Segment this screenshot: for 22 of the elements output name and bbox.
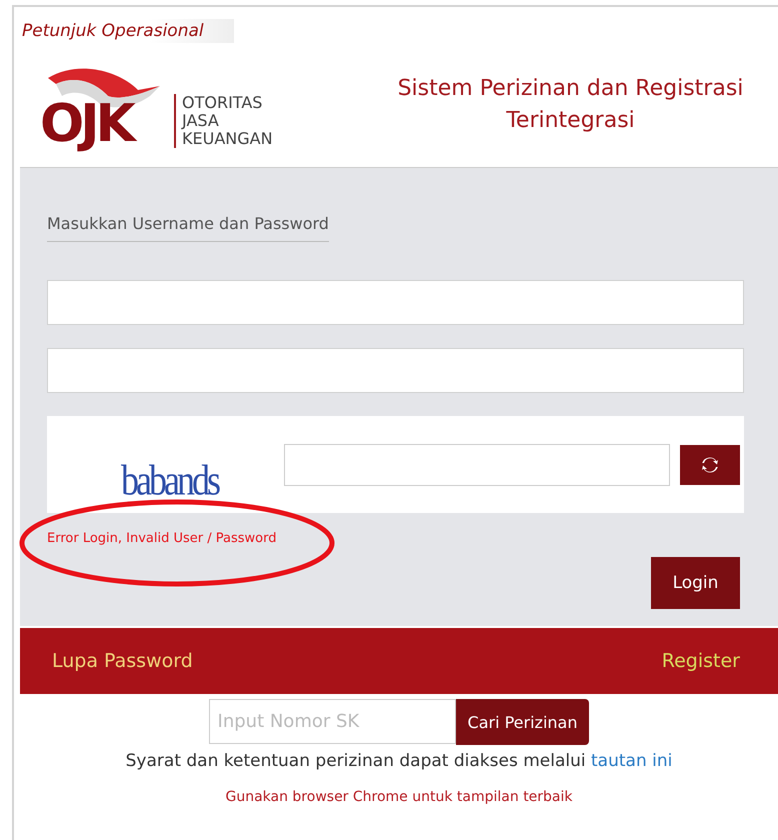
logo-text-line: OTORITAS xyxy=(182,94,264,112)
captcha-field[interactable] xyxy=(284,444,670,486)
forgot-password-link[interactable]: Lupa Password xyxy=(52,650,193,672)
username-field[interactable] xyxy=(47,280,744,325)
logo-text-line: KEUANGAN xyxy=(182,130,273,148)
logo-mark: OJK xyxy=(38,60,168,150)
register-link[interactable]: Register xyxy=(662,650,740,672)
password-field[interactable] xyxy=(47,348,744,393)
captcha-image: babands xyxy=(121,454,220,505)
login-heading: Masukkan Username dan Password xyxy=(47,214,329,242)
app-title: Sistem Perizinan dan Registrasi Terintegrasi xyxy=(396,75,744,135)
refresh-button[interactable] xyxy=(680,444,740,484)
error-message: Error Login, Invalid User / Password xyxy=(47,531,276,546)
sk-number-field[interactable]: Input Nomor SK xyxy=(208,699,456,744)
refresh-icon xyxy=(700,454,720,474)
help-link[interactable]: Petunjuk Operasional xyxy=(20,19,234,43)
logo-text-line: JASA xyxy=(182,112,220,130)
terms-link[interactable]: tautan ini xyxy=(591,751,672,771)
search-permit-button[interactable]: Cari Perizinan xyxy=(456,699,590,745)
login-button[interactable]: Login xyxy=(651,557,740,609)
terms-text: Syarat dan ketentuan perizinan dapat diakses melalui tautan ini xyxy=(126,751,672,771)
browser-note: Gunakan browser Chrome untuk tampilan terbaik xyxy=(225,789,573,805)
